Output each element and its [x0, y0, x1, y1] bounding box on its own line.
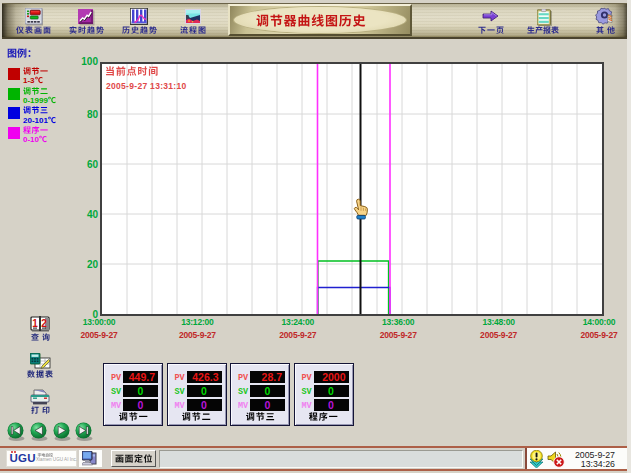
- svg-text:1: 1: [32, 318, 38, 329]
- svg-text:2: 2: [41, 318, 47, 329]
